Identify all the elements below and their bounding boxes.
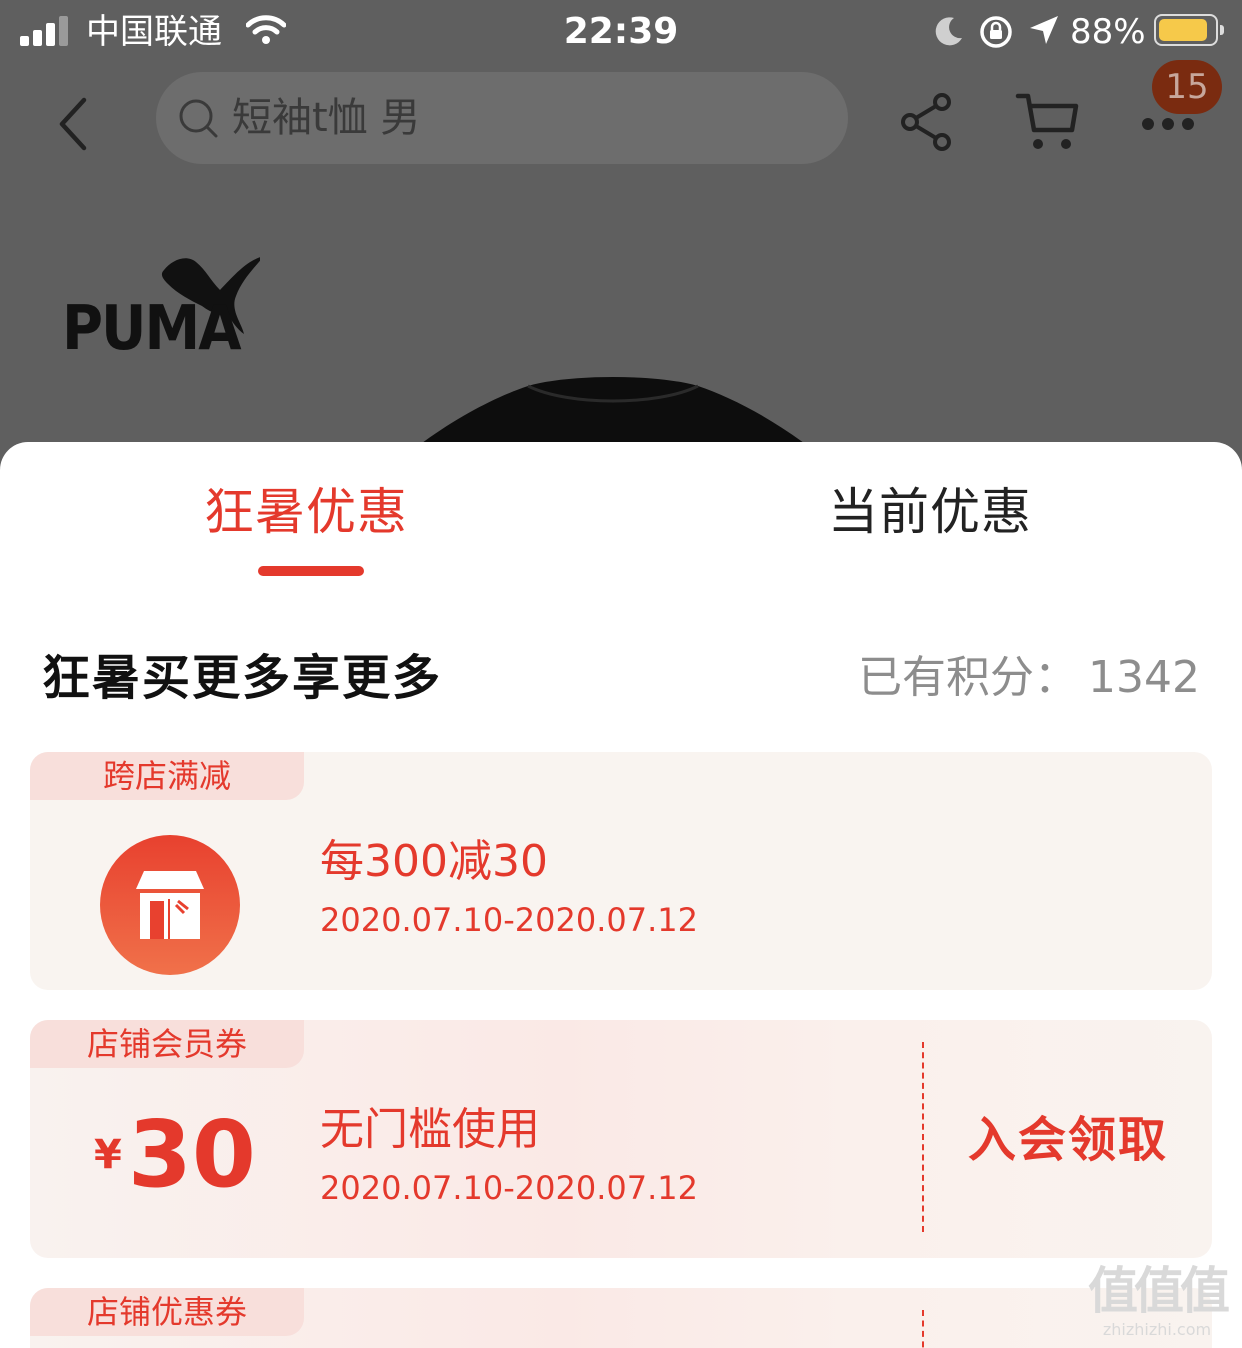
coupon-amount: ¥30 (94, 1100, 256, 1210)
card-tag: 店铺会员券 (30, 1020, 304, 1068)
search-input[interactable]: 短袖t恤 男 (156, 72, 848, 164)
discount-title: 每300减30 (320, 836, 548, 887)
share-icon[interactable] (896, 90, 960, 154)
cross-store-discount-card[interactable]: 跨店满减 每300减30 2020.07.10-2020.07.12 (30, 752, 1212, 990)
nav-bar: 短袖t恤 男 15 (0, 60, 1242, 184)
cart-icon[interactable] (1014, 90, 1082, 154)
coupon-condition: 无门槛使用 (320, 1104, 540, 1155)
discount-date-range: 2020.07.10-2020.07.12 (320, 901, 698, 939)
search-query-text: 短袖t恤 男 (232, 95, 421, 141)
join-and-claim-button[interactable]: 入会领取 (968, 1108, 1168, 1172)
puma-wordmark: PUMA (62, 292, 242, 365)
do-not-disturb-moon-icon (935, 17, 962, 46)
status-bar: 中国联通 22:39 88% (0, 0, 1242, 64)
battery-fill (1159, 19, 1207, 41)
battery-icon (1154, 14, 1224, 46)
store-coupon-card: 店铺优惠券 (30, 1288, 1212, 1348)
puma-logo: PUMA (60, 250, 260, 364)
card-tag: 跨店满减 (30, 752, 304, 800)
card-tag: 店铺优惠券 (30, 1288, 304, 1336)
store-icon (100, 835, 240, 975)
points-value: 1342 (1088, 652, 1200, 703)
currency-symbol: ¥ (94, 1132, 122, 1178)
battery-percent: 88% (1070, 12, 1146, 52)
cart-count-badge: 15 (1152, 60, 1222, 114)
points-label: 已有积分： (858, 652, 1079, 703)
watermark-logo: 值值值 (1088, 1262, 1230, 1320)
back-chevron-icon[interactable] (48, 94, 108, 154)
tab-current-deals[interactable]: 当前优惠 (828, 480, 1032, 544)
location-arrow-icon (1030, 16, 1058, 44)
rotation-lock-icon (980, 16, 1012, 48)
tshirt-image (423, 377, 803, 442)
watermark-url: zhizhizhi.com (1102, 1320, 1212, 1339)
member-coupon-card: 店铺会员券 ¥30 无门槛使用 2020.07.10-2020.07.12 入会… (30, 1020, 1212, 1258)
coupon-divider (922, 1042, 924, 1232)
points-balance: 已有积分： 1342 (858, 648, 1200, 708)
coupon-divider (922, 1310, 924, 1348)
product-image: PUMA (0, 184, 1242, 442)
active-tab-indicator (258, 566, 364, 576)
coupon-value: 30 (127, 1101, 256, 1208)
site-watermark: 值值值 zhizhizhi.com (1082, 1262, 1232, 1348)
promotions-sheet: 狂暑优惠 当前优惠 狂暑买更多享更多 已有积分： 1342 跨店满减 每300减3… (0, 442, 1242, 1348)
search-icon (179, 99, 218, 138)
section-title: 狂暑买更多享更多 (42, 650, 443, 706)
coupon-date-range: 2020.07.10-2020.07.12 (320, 1169, 698, 1207)
tab-summer-deals[interactable]: 狂暑优惠 (204, 480, 408, 544)
